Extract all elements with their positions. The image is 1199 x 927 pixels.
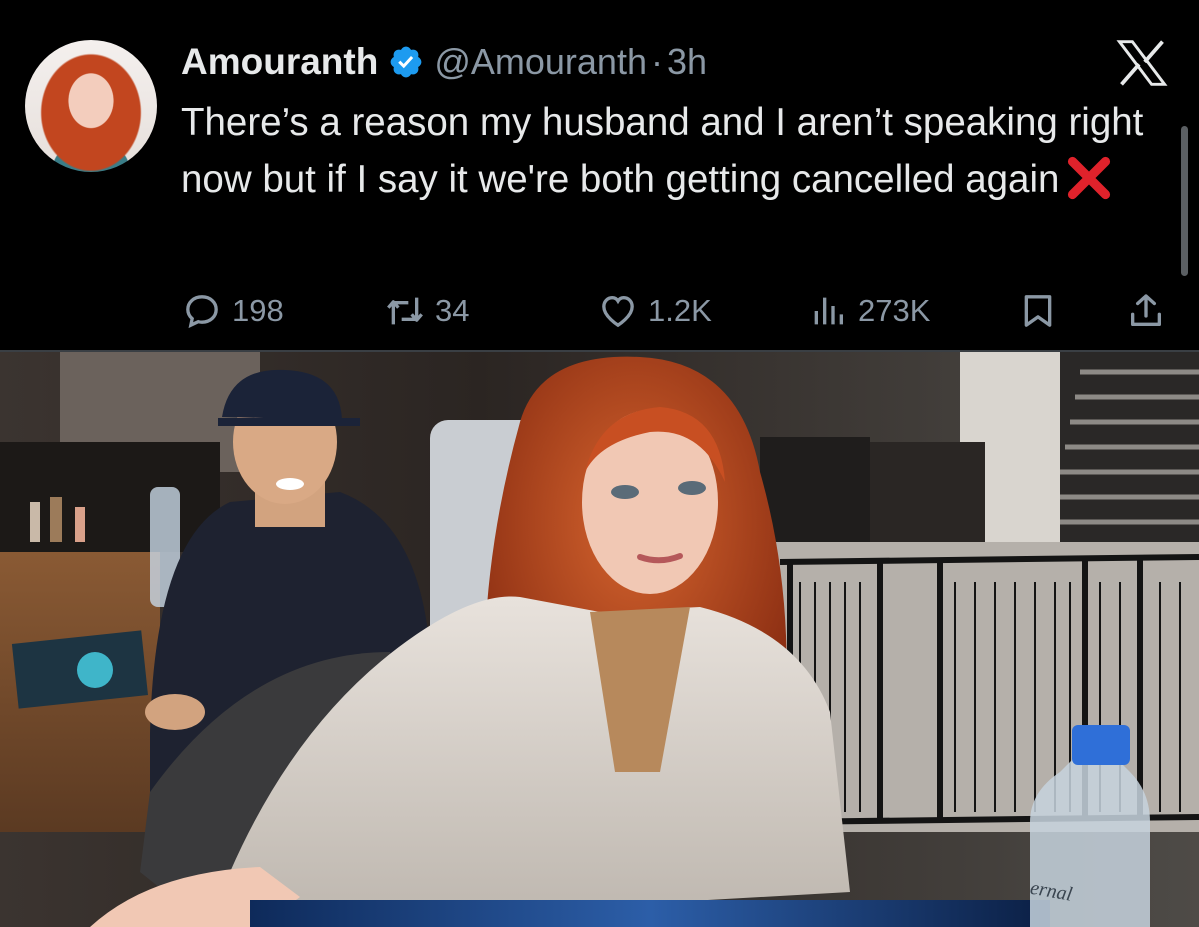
share-icon [1131, 294, 1161, 326]
share-button[interactable] [1126, 283, 1176, 339]
author-avatar[interactable] [25, 40, 157, 172]
tweet-actions: 198 34 1.2K 273K [0, 283, 1199, 339]
red-cross-mark-icon [1068, 156, 1111, 200]
retweet-icon [387, 297, 423, 325]
x-logo-icon [1116, 40, 1168, 86]
tweet-text-body: There’s a reason my husband and I aren’t… [181, 101, 1144, 201]
staircase [1060, 352, 1199, 552]
retweet-button[interactable]: 34 [385, 283, 469, 339]
photo-illustration: ernal [0, 352, 1199, 927]
reply-icon [186, 295, 218, 329]
author-name[interactable]: Amouranth [181, 41, 378, 83]
retweet-count: 34 [435, 293, 470, 328]
tweet-time[interactable]: 3h [667, 41, 707, 83]
tweet-header: Amouranth @Amouranth · 3h [181, 41, 707, 83]
tweet-card: Amouranth @Amouranth · 3h There’s a reas… [0, 0, 1199, 350]
views-button[interactable]: 273K [808, 283, 930, 339]
bookmark-button[interactable] [1018, 283, 1068, 339]
heart-icon [602, 295, 634, 328]
author-handle[interactable]: @Amouranth [434, 41, 647, 83]
reply-count: 198 [232, 293, 284, 328]
like-button[interactable]: 1.2K [598, 283, 712, 339]
tweet-text: There’s a reason my husband and I aren’t… [181, 94, 1181, 208]
scrollbar[interactable] [1181, 126, 1188, 276]
desk-mat [250, 900, 1050, 927]
like-count: 1.2K [648, 293, 712, 328]
bookmark-icon [1024, 295, 1052, 327]
views-count: 273K [858, 293, 931, 328]
tweet-photo[interactable]: ernal [0, 352, 1199, 927]
views-icon [814, 297, 843, 325]
reply-button[interactable]: 198 [182, 283, 284, 339]
pet-crates [760, 437, 985, 547]
separator-dot: · [650, 41, 663, 82]
verified-badge-icon [390, 46, 422, 78]
